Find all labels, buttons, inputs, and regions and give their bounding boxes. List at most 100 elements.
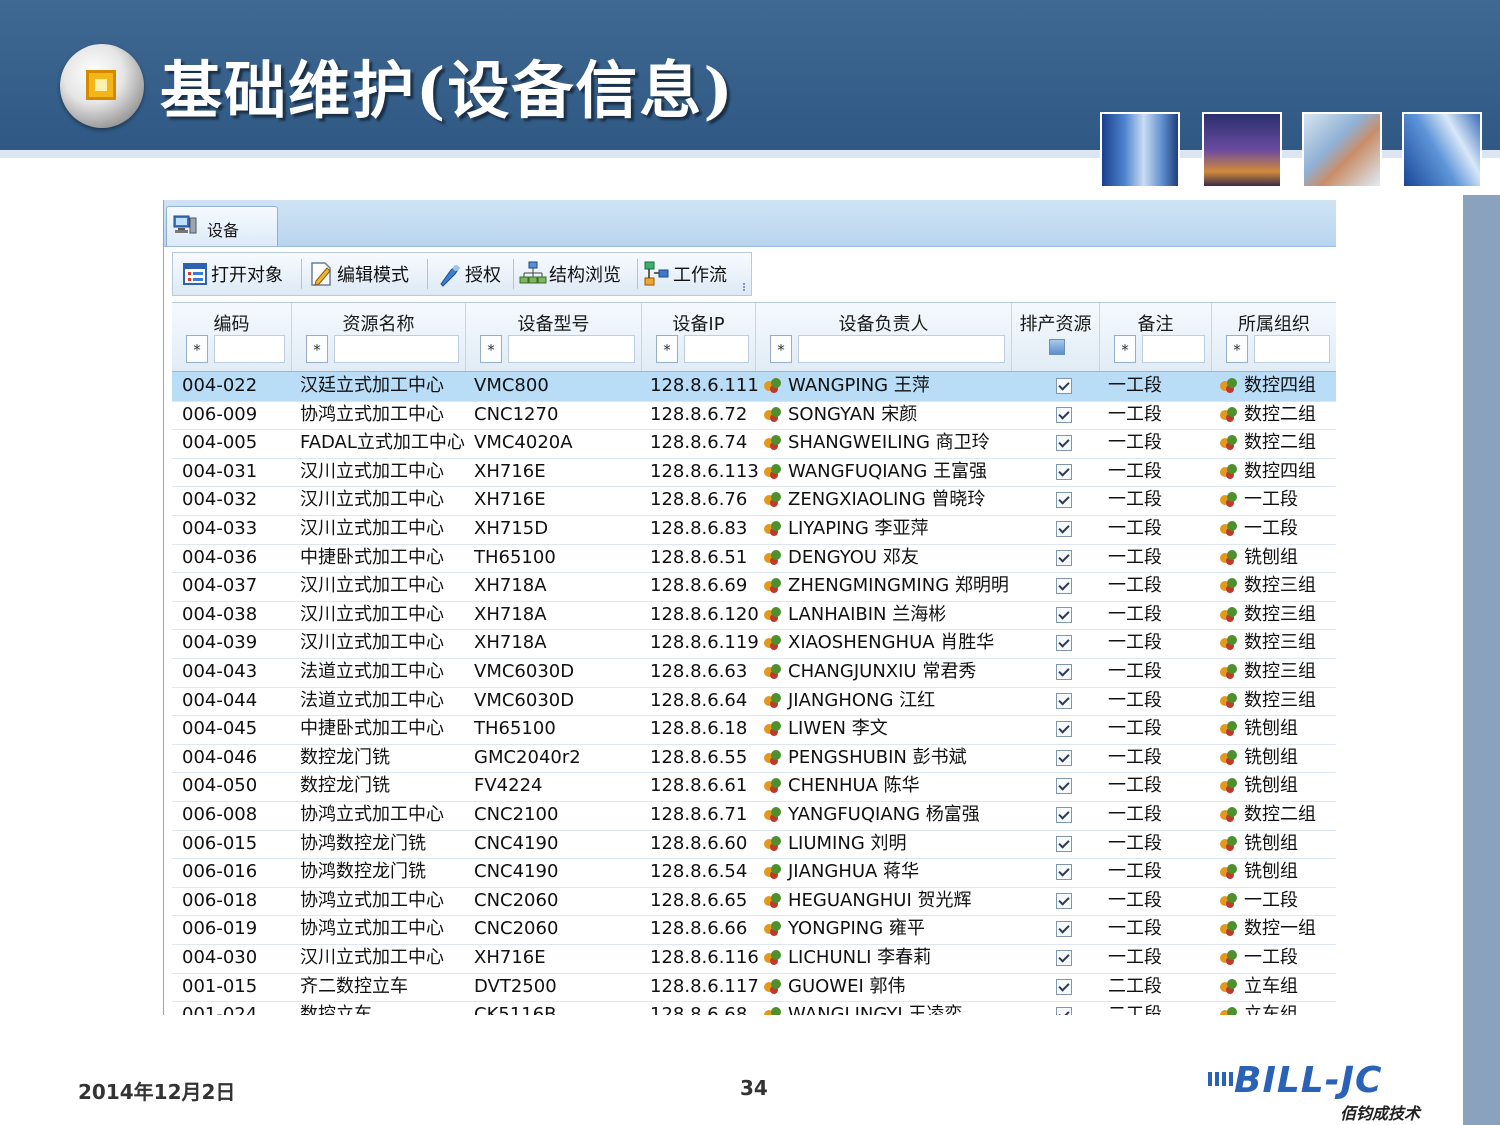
filter-operator-button[interactable]: *: [656, 335, 678, 363]
table-row[interactable]: 004-033 汉川立式加工中心 XH715D 128.8.6.83 LIYAPING …: [172, 515, 1336, 545]
scheduled-checkbox[interactable]: [1056, 635, 1072, 652]
user-group-icon: [764, 892, 782, 908]
filter-operator-button[interactable]: *: [770, 335, 792, 363]
scheduled-checkbox[interactable]: [1056, 406, 1072, 423]
table-row[interactable]: 004-005 FADAL立式加工中心 VMC4020A 128.8.6.74 SHAN…: [172, 429, 1336, 459]
scheduled-checkbox[interactable]: [1056, 778, 1072, 795]
column-header-model[interactable]: 设备型号 *: [466, 303, 642, 371]
scheduled-checkbox[interactable]: [1056, 950, 1072, 966]
scheduled-checkbox[interactable]: [1056, 606, 1072, 623]
scheduled-checkbox[interactable]: [1056, 1007, 1072, 1015]
cell-model: XH718A: [474, 575, 547, 597]
table-row[interactable]: 004-037 汉川立式加工中心 XH718A 128.8.6.69 ZHENGMING…: [172, 572, 1336, 602]
table-row[interactable]: 004-039 汉川立式加工中心 XH718A 128.8.6.119 XIAOSHEN…: [172, 629, 1336, 659]
scheduled-checkbox[interactable]: [1056, 463, 1072, 480]
scheduled-checkbox[interactable]: [1056, 664, 1072, 680]
table-row[interactable]: 006-008 协鸿立式加工中心 CNC2100 128.8.6.71 YANGFUQI…: [172, 801, 1336, 831]
scheduled-checkbox[interactable]: [1056, 721, 1072, 738]
table-row[interactable]: 004-050 数控龙门铣 FV4224 128.8.6.61 CHENHUA 陈华 一工…: [172, 772, 1336, 802]
table-row[interactable]: 004-030 汉川立式加工中心 XH716E 128.8.6.116 LICHUNLI…: [172, 944, 1336, 974]
edit-mode-button[interactable]: 编辑模式: [307, 257, 409, 291]
open-object-button[interactable]: 打开对象: [181, 257, 283, 291]
cell-ip: 128.8.6.63: [650, 661, 748, 682]
scheduled-filter-checkbox[interactable]: [1049, 339, 1065, 355]
workflow-button[interactable]: 工作流: [643, 257, 727, 291]
column-header-org[interactable]: 所属组织 *: [1212, 303, 1336, 371]
table-row[interactable]: 006-016 协鸿数控龙门铣 CNC4190 128.8.6.54 JIANGHUA …: [172, 858, 1336, 888]
filter-operator-button[interactable]: *: [186, 335, 208, 363]
filter-input-note[interactable]: [1142, 335, 1205, 363]
scheduled-checkbox[interactable]: [1056, 578, 1072, 595]
cell-code: 004-022: [182, 375, 258, 396]
filter-input-model[interactable]: [508, 335, 635, 363]
scheduled-checkbox[interactable]: [1056, 807, 1072, 823]
scheduled-checkbox[interactable]: [1056, 521, 1072, 537]
scheduled-checkbox[interactable]: [1056, 692, 1072, 709]
cell-code: 004-036: [182, 546, 258, 568]
cell-note: 一工段: [1108, 775, 1162, 797]
authorize-key-icon: [440, 265, 460, 287]
table-row[interactable]: 006-015 协鸿数控龙门铣 CNC4190 128.8.6.60 LIUMING 刘…: [172, 830, 1336, 860]
cell-model: VMC4020A: [474, 432, 573, 454]
column-header-scheduled[interactable]: 排产资源: [1012, 303, 1100, 371]
cell-name: 协鸿数控龙门铣: [300, 832, 426, 854]
scheduled-checkbox[interactable]: [1056, 549, 1072, 566]
toolbar-grip[interactable]: [743, 283, 753, 291]
cell-org: 数控四组: [1220, 372, 1336, 400]
scheduled-checkbox[interactable]: [1056, 835, 1072, 852]
column-header-owner[interactable]: 设备负责人 *: [756, 303, 1012, 371]
filter-operator-button[interactable]: *: [1226, 335, 1248, 363]
scheduled-checkbox[interactable]: [1056, 892, 1072, 909]
column-header-ip[interactable]: 设备IP *: [642, 303, 756, 371]
user-group-icon: [764, 835, 782, 851]
filter-operator-button[interactable]: *: [306, 335, 328, 363]
table-row[interactable]: 001-024 数控立车 CK5116B 128.8.6.68 WANGLINGYI 王…: [172, 1001, 1336, 1015]
column-header-name[interactable]: 资源名称 *: [292, 303, 466, 371]
organization-icon: [1220, 720, 1238, 736]
table-row[interactable]: 004-032 汉川立式加工中心 XH716E 128.8.6.76 ZENGXIAOL…: [172, 486, 1336, 516]
filter-input-code[interactable]: [214, 335, 285, 363]
cell-org: 数控一组: [1220, 915, 1336, 943]
table-row[interactable]: 006-009 协鸿立式加工中心 CNC1270 128.8.6.72 SONGYAN …: [172, 401, 1336, 431]
filter-input-owner[interactable]: [798, 335, 1005, 363]
cell-code: 006-009: [182, 403, 258, 425]
scheduled-checkbox[interactable]: [1056, 378, 1072, 394]
table-row[interactable]: 006-019 协鸿立式加工中心 CNC2060 128.8.6.66 YONGPING…: [172, 915, 1336, 945]
filter-input-ip[interactable]: [684, 335, 749, 363]
cell-note: 一工段: [1108, 718, 1162, 740]
cell-org: 一工段: [1220, 486, 1336, 514]
table-row[interactable]: 004-043 法道立式加工中心 VMC6030D 128.8.6.63 CHANGJU…: [172, 658, 1336, 688]
scheduled-checkbox[interactable]: [1056, 978, 1072, 995]
brand-subtitle: 佰钧成技术: [1340, 1104, 1421, 1123]
authorize-button[interactable]: 授权: [435, 257, 501, 291]
scheduled-checkbox[interactable]: [1056, 749, 1072, 766]
table-row[interactable]: 004-022 汉廷立式加工中心 VMC800 128.8.6.111 WANGPING…: [172, 372, 1336, 402]
cell-owner: SONGYAN 宋颜: [764, 401, 1010, 429]
tab-device[interactable]: 设备: [166, 206, 278, 246]
table-row[interactable]: 004-045 中捷卧式加工中心 TH65100 128.8.6.18 LIWEN 李文…: [172, 715, 1336, 745]
scheduled-checkbox[interactable]: [1056, 921, 1072, 938]
table-row[interactable]: 004-046 数控龙门铣 GMC2040r2 128.8.6.55 PENGSHUBI…: [172, 744, 1336, 774]
filter-input-org[interactable]: [1254, 335, 1330, 363]
cell-note: 一工段: [1108, 861, 1162, 883]
cell-org: 立车组: [1220, 1001, 1336, 1015]
scheduled-checkbox[interactable]: [1056, 864, 1072, 881]
scheduled-checkbox[interactable]: [1056, 435, 1072, 452]
scheduled-checkbox[interactable]: [1056, 492, 1072, 509]
cell-model: XH718A: [474, 603, 547, 625]
table-row[interactable]: 004-031 汉川立式加工中心 XH716E 128.8.6.113 WANGFUQI…: [172, 458, 1336, 488]
slide-title: 基础维护(设备信息): [160, 54, 735, 127]
filter-operator-button[interactable]: *: [480, 335, 502, 363]
table-row[interactable]: 006-018 协鸿立式加工中心 CNC2060 128.8.6.65 HEGUANGH…: [172, 887, 1336, 917]
column-header-note[interactable]: 备注 *: [1100, 303, 1212, 371]
table-row[interactable]: 004-038 汉川立式加工中心 XH718A 128.8.6.120 LANHAIBI…: [172, 601, 1336, 631]
column-header-code[interactable]: 编码 *: [172, 303, 292, 371]
filter-operator-button[interactable]: *: [1114, 335, 1136, 363]
cell-code: 004-030: [182, 947, 258, 968]
filter-input-name[interactable]: [334, 335, 459, 363]
cell-owner: HEGUANGHUI 贺光辉: [764, 887, 1010, 915]
table-row[interactable]: 004-036 中捷卧式加工中心 TH65100 128.8.6.51 DENGYOU …: [172, 544, 1336, 574]
table-row[interactable]: 004-044 法道立式加工中心 VMC6030D 128.8.6.64 JIANGHO…: [172, 687, 1336, 717]
structure-browse-button[interactable]: 结构浏览: [519, 257, 621, 291]
table-row[interactable]: 001-015 齐二数控立车 DVT2500 128.8.6.117 GUOWEI 郭伟…: [172, 973, 1336, 1003]
